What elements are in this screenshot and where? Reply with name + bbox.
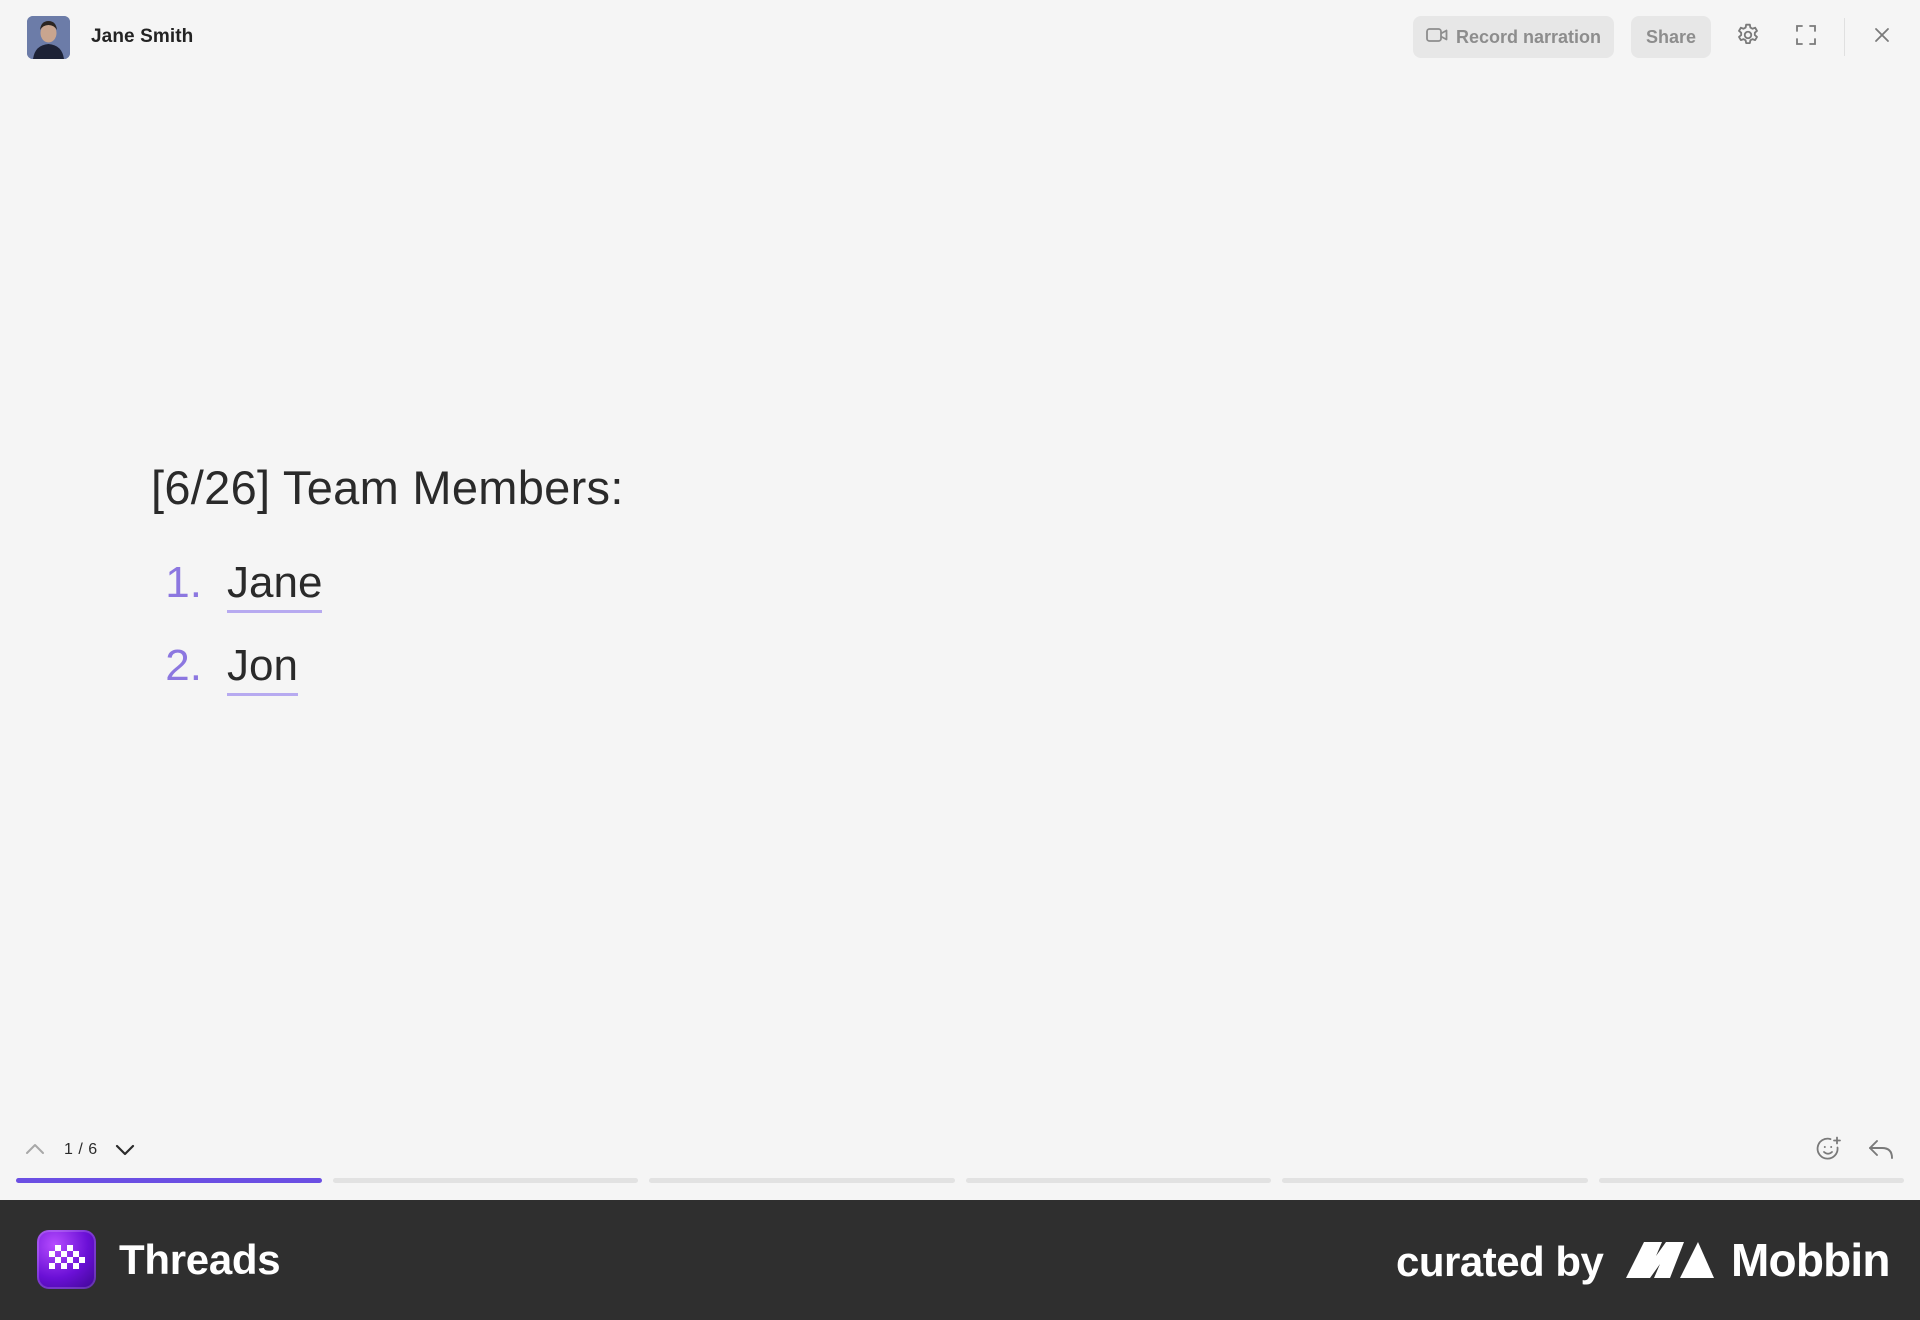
fullscreen-button[interactable] (1789, 20, 1823, 54)
app-window: Jane Smith Record narration Share [6/26]… (0, 0, 1920, 1200)
member-mention[interactable]: Jane (227, 559, 323, 614)
list-item: 1. Jane (151, 558, 323, 641)
share-button[interactable]: Share (1631, 16, 1711, 58)
mobbin-brand-name: Mobbin (1731, 1234, 1891, 1286)
footer-nav: 1 / 6 (0, 1128, 1920, 1176)
reply-button[interactable] (1864, 1134, 1898, 1168)
video-camera-icon (1426, 27, 1448, 48)
list-number: 2. (165, 641, 202, 690)
add-reaction-button[interactable] (1812, 1134, 1846, 1168)
progress-segment[interactable] (1282, 1178, 1588, 1183)
member-mention[interactable]: Jon (227, 642, 298, 697)
progress-bar (16, 1178, 1904, 1183)
list-number: 1. (165, 558, 202, 607)
record-narration-label: Record narration (1455, 26, 1602, 47)
mobbin-logo-icon (1626, 1238, 1716, 1282)
close-button[interactable] (1865, 20, 1899, 54)
next-page-button[interactable] (110, 1137, 140, 1167)
chevron-down-icon (114, 1143, 136, 1162)
threads-app-logo (37, 1230, 96, 1289)
header-divider (1844, 18, 1845, 56)
page-title: [6/26] Team Members: (151, 461, 624, 514)
header: Jane Smith Record narration Share (0, 0, 1920, 74)
avatar[interactable] (27, 16, 70, 59)
gear-icon (1735, 22, 1761, 53)
curated-by-label: curated by (1396, 1238, 1604, 1285)
previous-page-button[interactable] (20, 1136, 50, 1166)
author-name: Jane Smith (91, 26, 194, 47)
page-counter: 1 / 6 (64, 1141, 98, 1158)
reply-icon (1867, 1137, 1895, 1166)
settings-button[interactable] (1731, 20, 1765, 54)
team-members-list: 1. Jane 2. Jon (151, 558, 323, 724)
close-icon (1872, 25, 1892, 50)
share-label: Share (1645, 26, 1697, 47)
chevron-up-icon (24, 1142, 46, 1161)
list-item: 2. Jon (151, 641, 322, 724)
progress-segment[interactable] (332, 1178, 638, 1183)
expand-icon (1794, 23, 1818, 52)
record-narration-button[interactable]: Record narration (1413, 16, 1614, 58)
progress-segment[interactable] (965, 1178, 1271, 1183)
progress-segment[interactable] (1598, 1178, 1904, 1183)
app-name: Threads (119, 1236, 281, 1283)
bottom-banner: Threads curated by Mobbin (0, 1200, 1920, 1320)
progress-segment[interactable] (16, 1178, 322, 1183)
add-emoji-icon (1815, 1135, 1843, 1168)
progress-segment[interactable] (649, 1178, 955, 1183)
